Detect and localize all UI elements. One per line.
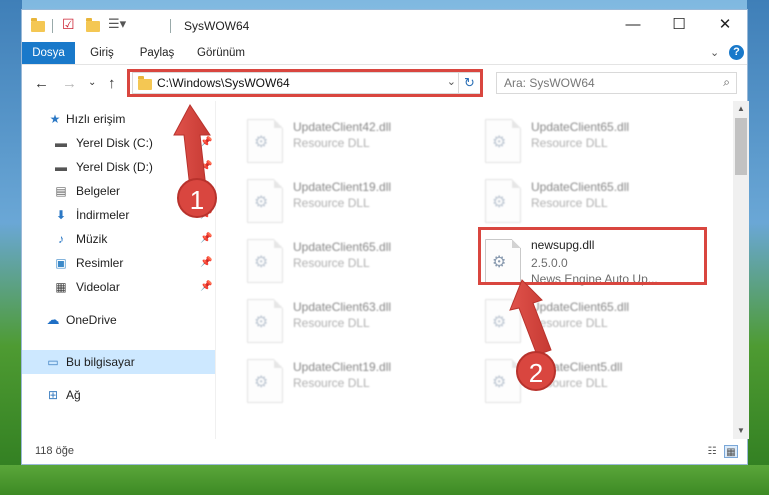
desktop-background-right: [747, 0, 769, 495]
arrow-1: [173, 104, 211, 189]
annotation-arrows: [173, 104, 552, 356]
callout-1: 1: [177, 178, 217, 218]
explorer-window: ☑ ☰▾ SysWOW64 — ☐ ✕ Dosya Giriş Paylaş G…: [21, 9, 749, 465]
desktop-background-bottom: [0, 465, 769, 495]
callout-2: 2: [516, 351, 556, 391]
arrow-2: [509, 279, 552, 356]
desktop-background-left: [0, 0, 22, 495]
